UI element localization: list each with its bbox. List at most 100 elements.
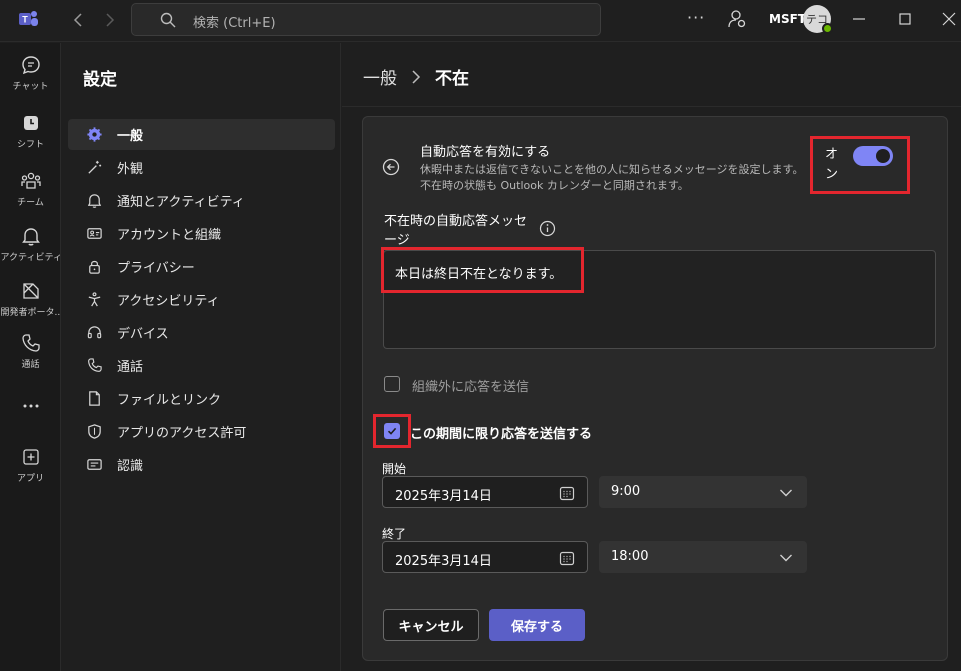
end-date-picker[interactable]: 2025年3月14日 — [382, 541, 588, 573]
auto-reply-title: 自動応答を有効にする — [420, 145, 551, 160]
sidebar-item-label: ファイルとリンク — [117, 393, 222, 408]
start-date-value: 2025年3月14日 — [395, 489, 492, 504]
search-input[interactable]: 検索 (Ctrl+E) — [131, 3, 601, 36]
rail-item-shifts[interactable]: シフト — [0, 106, 61, 164]
person-settings-icon[interactable] — [727, 9, 747, 29]
message-text: 本日は終日不在となります。 — [395, 267, 563, 282]
external-reply-label[interactable]: 組織外に応答を送信 — [412, 376, 529, 395]
more-options-icon[interactable]: ··· — [687, 8, 705, 27]
rail-item-calls[interactable]: 通話 — [0, 326, 61, 384]
toggle-highlight-box: オン — [810, 136, 910, 194]
minimize-icon[interactable] — [850, 10, 868, 28]
rail-item-more[interactable] — [0, 389, 61, 447]
divider — [342, 106, 961, 107]
phone-icon — [88, 358, 102, 372]
message-label: 不在時の自動応答メッセージ — [384, 214, 528, 248]
sidebar-item-recognition[interactable]: 認識 — [68, 449, 335, 480]
cancel-button[interactable]: キャンセル — [383, 609, 479, 641]
svg-text:T: T — [22, 15, 28, 25]
auto-reply-description: 休暇中または返信できないことを他の人に知らせるメッセージを設定します。不在時の状… — [420, 163, 804, 192]
sidebar-item-label: 一般 — [117, 129, 144, 144]
external-reply-checkbox[interactable] — [384, 376, 400, 392]
shifts-icon — [23, 116, 38, 130]
accessibility-icon — [88, 292, 101, 307]
bell-icon — [87, 194, 102, 208]
more-icon — [23, 404, 38, 408]
sidebar-item-label: 外観 — [117, 162, 144, 177]
sidebar-item-label: アクセシビリティ — [117, 294, 220, 309]
start-time-select[interactable]: 9:00 — [599, 476, 807, 508]
sidebar-item-label: 認識 — [117, 459, 144, 474]
sidebar-item-accessibility[interactable]: アクセシビリティ — [68, 284, 335, 315]
breadcrumb-parent[interactable]: 一般 — [363, 64, 397, 89]
start-label: 開始 — [382, 462, 407, 476]
developer-portal-icon — [22, 283, 39, 299]
checkmark-icon — [387, 427, 397, 435]
rail-label: アクティビティ — [0, 253, 61, 263]
period-reply-label[interactable]: この期間に限り応答を送信する — [410, 423, 592, 442]
close-icon[interactable] — [940, 10, 958, 28]
rail-label: 開発者ポータ... — [0, 308, 61, 318]
start-date-picker[interactable]: 2025年3月14日 — [382, 476, 588, 508]
sidebar-item-accounts[interactable]: アカウントと組織 — [68, 218, 335, 249]
save-button[interactable]: 保存する — [489, 609, 585, 641]
sidebar-item-privacy[interactable]: プライバシー — [68, 251, 335, 282]
start-time-value: 9:00 — [611, 484, 641, 499]
lock-icon — [89, 260, 100, 274]
info-icon[interactable] — [539, 220, 556, 237]
rail-item-teams[interactable]: チーム — [0, 164, 61, 222]
back-arrow-icon[interactable] — [68, 10, 88, 30]
teams-logo-icon: T — [19, 11, 38, 26]
settings-title: 設定 — [83, 70, 117, 90]
period-reply-checkbox[interactable] — [384, 423, 400, 439]
sidebar-item-label: デバイス — [117, 327, 169, 342]
apps-icon — [22, 449, 39, 465]
contact-card-icon — [87, 228, 102, 239]
sidebar-item-files[interactable]: ファイルとリンク — [68, 383, 335, 414]
wand-icon — [88, 160, 102, 174]
chevron-down-icon — [780, 554, 792, 562]
settings-sidebar: 設定 一般 外観 通知とアクティビティ アカウントと組織 プライバシー アクセシ… — [62, 43, 341, 671]
sidebar-item-label: アプリのアクセス許可 — [117, 426, 247, 441]
rail-label: シフト — [16, 140, 44, 150]
rail-item-developer-portal[interactable]: 開発者ポータ... — [0, 274, 61, 332]
forward-arrow-icon[interactable] — [100, 10, 120, 30]
shield-icon — [88, 424, 101, 439]
phone-icon — [21, 334, 40, 352]
sidebar-item-label: プライバシー — [117, 261, 195, 276]
sidebar-item-general[interactable]: 一般 — [68, 119, 335, 150]
rail-item-apps[interactable]: アプリ — [0, 440, 61, 498]
sidebar-item-label: 通話 — [117, 360, 144, 375]
teams-icon — [20, 172, 41, 189]
text-card-icon — [87, 459, 102, 470]
sidebar-item-appearance[interactable]: 外観 — [68, 152, 335, 183]
bell-icon — [21, 228, 40, 246]
sidebar-item-app-permissions[interactable]: アプリのアクセス許可 — [68, 416, 335, 447]
sidebar-item-label: 通知とアクティビティ — [117, 195, 245, 210]
search-placeholder: 検索 (Ctrl+E) — [193, 16, 276, 31]
end-time-select[interactable]: 18:00 — [599, 541, 807, 573]
rail-label: チャット — [12, 82, 49, 92]
chevron-right-icon — [412, 69, 421, 84]
calendar-icon — [559, 486, 575, 501]
auto-reply-toggle[interactable] — [853, 146, 893, 166]
breadcrumb: 一般 不在 — [363, 64, 469, 89]
rail-label: 通話 — [21, 360, 40, 370]
sidebar-item-calls[interactable]: 通話 — [68, 350, 335, 381]
end-label: 終了 — [382, 527, 407, 541]
title-bar: T 検索 (Ctrl+E) ··· MSFT テコ — [0, 0, 961, 42]
maximize-icon[interactable] — [896, 10, 914, 28]
main-content: 一般 不在 自動応答を有効にする 休暇中または返信できないことを他の人に知らせる… — [342, 43, 961, 671]
rail-item-activity[interactable]: アクティビティ — [0, 219, 61, 277]
end-time-value: 18:00 — [611, 549, 649, 564]
arrow-left-circle-icon[interactable] — [382, 158, 400, 176]
org-name[interactable]: MSFT — [769, 12, 806, 26]
end-date-value: 2025年3月14日 — [395, 554, 492, 569]
rail-item-chat[interactable]: チャット — [0, 48, 61, 106]
toggle-knob — [876, 149, 890, 163]
sidebar-item-devices[interactable]: デバイス — [68, 317, 335, 348]
sidebar-item-notifications[interactable]: 通知とアクティビティ — [68, 185, 335, 216]
app-rail: チャット シフト チーム アクティビティ 開発者ポータ... 通話 アプリ — [0, 43, 61, 671]
gear-icon — [87, 127, 102, 142]
calendar-icon — [559, 551, 575, 566]
